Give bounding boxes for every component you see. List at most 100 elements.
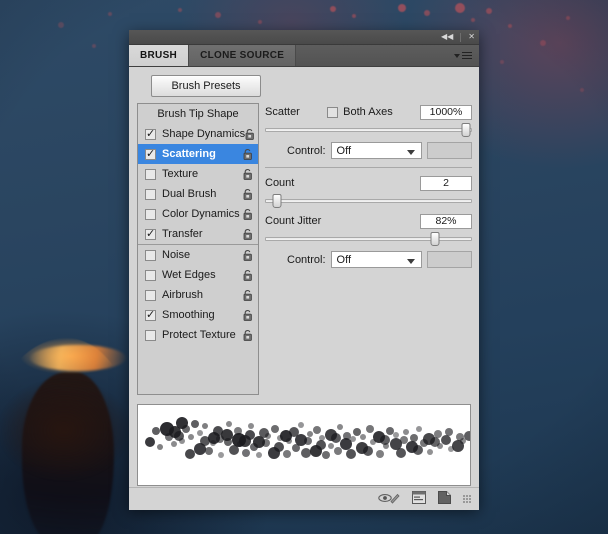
unlock-icon <box>243 289 254 302</box>
both-axes-checkbox[interactable] <box>327 107 338 118</box>
count-control-select[interactable]: Off <box>331 251 422 268</box>
presets-row: Brush Presets <box>129 67 479 103</box>
checkbox[interactable] <box>145 330 156 341</box>
preview-dot <box>316 440 326 450</box>
preview-dot <box>145 437 155 447</box>
brush-option-noise[interactable]: Noise <box>138 244 258 265</box>
preview-dot <box>271 425 279 433</box>
preview-dot <box>313 426 321 434</box>
brush-options-list[interactable]: Brush Tip Shape Shape DynamicsScattering… <box>137 103 259 395</box>
scatter-control-value: Off <box>337 145 351 157</box>
count-row: Count 2 <box>265 174 472 192</box>
scatter-slider[interactable] <box>265 123 472 137</box>
checkbox[interactable] <box>145 290 156 301</box>
unlock-icon <box>243 309 254 322</box>
scatter-slider-track <box>265 128 472 132</box>
panel-titlebar: ◀◀ ✕ <box>129 30 479 45</box>
tab-clone-source[interactable]: CLONE SOURCE <box>189 45 296 66</box>
checkbox[interactable] <box>145 149 156 160</box>
collapse-icon[interactable]: ◀◀ <box>439 33 455 41</box>
preview-dot <box>322 451 330 459</box>
brush-option-wet-edges[interactable]: Wet Edges <box>138 265 258 285</box>
unlock-icon <box>243 208 254 221</box>
checkbox[interactable] <box>145 129 156 140</box>
preview-dot <box>350 436 356 442</box>
checkbox[interactable] <box>145 169 156 180</box>
ember-particle <box>258 20 262 24</box>
scatter-slider-knob[interactable] <box>461 123 470 137</box>
ember-particle <box>58 22 64 28</box>
preview-dot <box>234 427 242 435</box>
count-jitter-slider-knob[interactable] <box>430 232 439 246</box>
ember-particle <box>500 60 504 64</box>
preview-dot <box>396 448 406 458</box>
count-jitter-slider[interactable] <box>265 232 472 246</box>
close-icon[interactable]: ✕ <box>466 33 477 41</box>
count-value-input[interactable]: 2 <box>420 176 472 191</box>
preview-dot <box>441 435 451 445</box>
preview-dot <box>360 434 366 440</box>
brush-stroke-preview <box>137 404 471 486</box>
checkbox[interactable] <box>145 189 156 200</box>
preview-dot <box>179 438 185 444</box>
count-jitter-row: Count Jitter 82% <box>265 212 472 230</box>
ember-particle <box>540 40 546 46</box>
count-label: Count <box>265 177 294 189</box>
ember-particle <box>424 10 430 16</box>
brush-option-transfer[interactable]: Transfer <box>138 224 258 244</box>
preview-dot <box>286 438 292 444</box>
brush-presets-button[interactable]: Brush Presets <box>151 75 261 97</box>
toggle-live-tip-brush-preview-icon[interactable] <box>378 491 400 507</box>
both-axes-label: Both Axes <box>343 106 393 118</box>
brush-panel: ◀◀ ✕ BRUSH CLONE SOURCE Brush Presets Br… <box>129 30 479 508</box>
checkbox[interactable] <box>145 310 156 321</box>
create-new-brush-icon[interactable] <box>438 491 451 507</box>
checkbox[interactable] <box>145 229 156 240</box>
brush-option-shape-dynamics[interactable]: Shape Dynamics <box>138 124 258 144</box>
preview-dot <box>427 449 433 455</box>
preview-dot <box>366 425 374 433</box>
brush-option-scattering[interactable]: Scattering <box>138 144 258 164</box>
ember-particle <box>471 18 475 22</box>
brush-option-color-dynamics[interactable]: Color Dynamics <box>138 204 258 224</box>
brush-option-airbrush[interactable]: Airbrush <box>138 285 258 305</box>
preview-dot <box>248 423 254 429</box>
checkbox[interactable] <box>145 270 156 281</box>
controls-divider <box>265 167 472 168</box>
scatter-value-input[interactable]: 1000% <box>420 105 472 120</box>
scatter-control-label: Control: <box>287 145 326 157</box>
brush-option-label: Noise <box>162 249 243 261</box>
brush-option-dual-brush[interactable]: Dual Brush <box>138 184 258 204</box>
panel-tabbar: BRUSH CLONE SOURCE <box>129 45 479 67</box>
count-jitter-label: Count Jitter <box>265 215 321 227</box>
brush-option-texture[interactable]: Texture <box>138 164 258 184</box>
resize-grip[interactable] <box>463 495 471 503</box>
preview-dot <box>464 431 471 441</box>
preview-dot <box>328 443 334 449</box>
count-control-value: Off <box>337 254 351 266</box>
tab-brush[interactable]: BRUSH <box>129 45 189 66</box>
brush-option-label: Airbrush <box>162 289 243 301</box>
brush-preset-panel-icon[interactable] <box>412 491 426 507</box>
unlock-icon <box>243 148 254 161</box>
ember-particle <box>215 12 221 18</box>
preview-dot <box>416 426 422 432</box>
brush-option-smoothing[interactable]: Smoothing <box>138 305 258 325</box>
checkbox[interactable] <box>145 209 156 220</box>
count-jitter-value-input[interactable]: 82% <box>420 214 472 229</box>
count-slider[interactable] <box>265 194 472 208</box>
preview-dot <box>445 428 453 436</box>
brush-option-label: Wet Edges <box>162 269 243 281</box>
panel-footer <box>129 487 479 510</box>
brush-tip-shape-item[interactable]: Brush Tip Shape <box>138 104 258 124</box>
count-slider-knob[interactable] <box>273 194 282 208</box>
count-control-row: Control: Off <box>265 250 472 269</box>
panel-menu-icon[interactable] <box>454 45 479 66</box>
panel-body: Brush Presets Brush Tip Shape Shape Dyna… <box>129 67 479 510</box>
preview-dot <box>403 429 409 435</box>
checkbox[interactable] <box>145 250 156 261</box>
preview-dot <box>182 425 190 433</box>
brush-option-protect-texture[interactable]: Protect Texture <box>138 325 258 345</box>
unlock-icon <box>245 128 256 141</box>
scatter-control-select[interactable]: Off <box>331 142 422 159</box>
